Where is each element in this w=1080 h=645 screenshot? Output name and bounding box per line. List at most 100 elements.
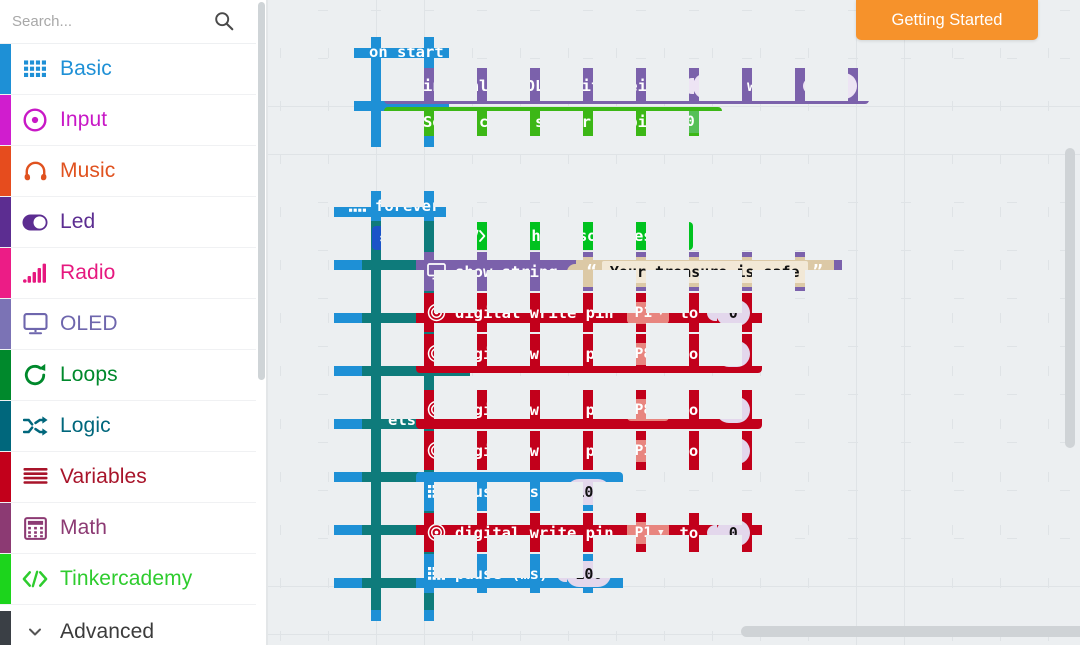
block-initialize-oled[interactable]: initialize OLED with height 64 width 128 — [384, 68, 869, 104]
digital-write-pin-dropdown[interactable]: P1 ▼ — [626, 521, 669, 544]
show-string-value: Your treasure is safe — [601, 260, 808, 283]
digital-write-pin-value: P1 — [634, 524, 653, 541]
digital-write-to-text: to — [679, 400, 699, 419]
oled-height-field[interactable]: 64 — [683, 73, 730, 99]
if-label: if — [406, 229, 425, 247]
sidebar-item-label: OLED — [60, 312, 118, 335]
sidebar-item-input[interactable]: Input — [0, 95, 256, 146]
digital-write-to-text: to — [679, 344, 699, 363]
block-digital-write[interactable]: digital write pin P1 ▼ to 0 — [416, 293, 763, 332]
getting-started-button[interactable]: Getting Started — [856, 0, 1038, 40]
digital-write-text: digital write pin — [455, 344, 614, 363]
digital-write-value-field[interactable]: 0 — [707, 519, 751, 546]
on-start-label: on start — [369, 43, 444, 61]
digital-write-pin-value: P8 — [634, 345, 653, 362]
pause-value-field[interactable]: 100 — [557, 478, 612, 505]
pause-value-field[interactable]: 100 — [557, 560, 612, 587]
category-color-stripe — [0, 611, 11, 645]
category-color-stripe — [0, 299, 11, 349]
sidebar-item-advanced[interactable]: Advanced — [0, 611, 256, 645]
calculator-icon — [22, 515, 48, 541]
blocks-workspace[interactable]: on start initialize OLED with height 64 … — [268, 0, 1080, 645]
sidebar-item-oled[interactable]: OLED — [0, 299, 256, 350]
search-icon[interactable] — [214, 11, 234, 31]
category-color-stripe — [0, 554, 11, 604]
sidebar-item-basic[interactable]: Basic — [0, 44, 256, 95]
digital-write-pin-dropdown[interactable]: P1 ▼ — [626, 439, 669, 462]
grid-icon — [426, 564, 446, 584]
digital-write-text: digital write pin — [455, 523, 614, 542]
sidebar-item-music[interactable]: Music — [0, 146, 256, 197]
oled-text-width: width — [747, 77, 794, 95]
chevron-down-icon — [22, 619, 48, 645]
digital-write-value-field[interactable]: 1 — [707, 340, 751, 367]
show-string-text: show string — [455, 262, 558, 281]
crash-sensor-pressed-label: crash sensor pressed — [494, 227, 681, 245]
digital-write-text: digital write pin — [455, 303, 614, 322]
gear-icon[interactable] — [372, 226, 396, 250]
sidebar-item-variables[interactable]: Variables — [0, 452, 256, 503]
chevron-down-icon: ▼ — [658, 527, 664, 538]
digital-write-to-text: to — [679, 441, 699, 460]
toolbox-scrollbar[interactable] — [258, 2, 265, 380]
category-color-stripe — [0, 44, 11, 94]
oled-width-field[interactable]: 128 — [802, 73, 857, 99]
block-digital-write[interactable]: digital write pin P1 ▼ to 1 — [416, 431, 763, 470]
setup-crash-sensor-text: Setup crash sensor at pin — [423, 112, 657, 131]
block-digital-write[interactable]: digital write pin P8 ▼ to 0 — [416, 390, 763, 429]
monitor-icon — [394, 76, 414, 96]
sidebar-item-radio[interactable]: Radio — [0, 248, 256, 299]
category-color-stripe — [0, 350, 11, 400]
toolbox-sidebar: Basic Input Music Led Radio OLED Loops — [0, 0, 268, 645]
quote-close-icon: ” — [812, 261, 823, 282]
sidebar-item-math[interactable]: Math — [0, 503, 256, 554]
quote-open-icon: “ — [586, 261, 597, 282]
digital-write-pin-value: P8 — [634, 401, 653, 418]
code-tags-icon — [22, 566, 48, 592]
block-crash-sensor-pressed[interactable]: crash sensor pressed — [447, 222, 693, 250]
digital-write-value-field[interactable]: 1 — [707, 437, 751, 464]
sidebar-item-label: Tinkercademy — [60, 567, 193, 590]
oled-text-height: initialize OLED with height — [423, 77, 675, 95]
sidebar-item-led[interactable]: Led — [0, 197, 256, 248]
setup-pin-dropdown[interactable]: P0 ▼ — [669, 110, 712, 133]
app-root: Basic Input Music Led Radio OLED Loops — [0, 0, 1080, 645]
sidebar-item-loops[interactable]: Loops — [0, 350, 256, 401]
block-setup-crash-sensor[interactable]: Setup crash sensor at pin P0 ▼ — [384, 107, 723, 136]
sidebar-item-label: Radio — [60, 261, 116, 284]
target-icon — [22, 107, 48, 133]
category-color-stripe — [0, 146, 11, 196]
sidebar-item-label: Variables — [60, 465, 147, 488]
sidebar-item-logic[interactable]: Logic — [0, 401, 256, 452]
vertical-scrollbar[interactable] — [1065, 148, 1075, 448]
sidebar-item-label: Input — [60, 108, 108, 131]
target-icon — [426, 344, 446, 364]
code-tags-icon — [466, 228, 486, 244]
category-color-stripe — [0, 248, 11, 298]
sidebar-item-label: Logic — [60, 414, 111, 437]
pause-text: pause (ms) — [455, 482, 549, 501]
search-input[interactable] — [12, 6, 202, 37]
grid-icon — [22, 56, 48, 82]
digital-write-pin-dropdown[interactable]: P8 ▼ — [626, 342, 669, 365]
show-string-value-field[interactable]: “ Your treasure is safe ” — [566, 256, 834, 287]
digital-write-pin-value: P1 — [634, 304, 653, 321]
refresh-icon — [22, 362, 48, 388]
digital-write-pin-dropdown[interactable]: P1 ▼ — [626, 301, 669, 324]
digital-write-value-field[interactable]: 0 — [707, 299, 751, 326]
block-digital-write[interactable]: digital write pin P8 ▼ to 1 — [416, 334, 763, 373]
category-color-stripe — [0, 95, 11, 145]
chevron-down-icon: ▼ — [658, 348, 664, 359]
block-show-string[interactable]: show string “ Your treasure is safe ” — [416, 252, 842, 291]
category-color-stripe — [0, 401, 11, 451]
digital-write-value-field[interactable]: 0 — [707, 396, 751, 423]
target-icon — [426, 523, 446, 543]
horizontal-scrollbar[interactable] — [741, 626, 1080, 637]
block-pause[interactable]: pause (ms) 100 — [416, 472, 624, 511]
block-digital-write[interactable]: digital write pin P1 ▼ to 0 — [416, 513, 763, 552]
sidebar-item-tinkercademy[interactable]: Tinkercademy — [0, 554, 256, 605]
block-pause[interactable]: pause (ms) 100 — [416, 554, 624, 593]
category-color-stripe — [0, 452, 11, 502]
digital-write-pin-dropdown[interactable]: P8 ▼ — [626, 398, 669, 421]
chevron-down-icon: ▼ — [700, 116, 707, 127]
